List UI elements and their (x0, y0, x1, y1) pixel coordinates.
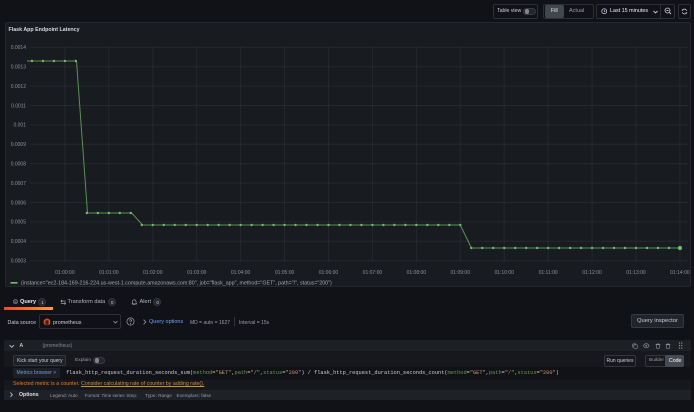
svg-text:01:01:00: 01:01:00 (99, 270, 119, 276)
svg-text:01:00:00: 01:00:00 (55, 270, 75, 276)
svg-text:01:14:00: 01:14:00 (670, 270, 690, 276)
svg-text:01:02:00: 01:02:00 (143, 270, 163, 276)
svg-text:0.0006: 0.0006 (11, 200, 27, 206)
svg-text:0.0011: 0.0011 (11, 103, 26, 109)
svg-text:0.0009: 0.0009 (11, 142, 27, 148)
svg-text:0.0007: 0.0007 (11, 181, 27, 187)
svg-text:01:10:00: 01:10:00 (494, 270, 514, 276)
svg-text:01:09:00: 01:09:00 (451, 270, 471, 276)
svg-text:01:03:00: 01:03:00 (187, 270, 207, 276)
svg-text:0.0003: 0.0003 (11, 259, 27, 265)
svg-text:01:07:00: 01:07:00 (363, 270, 383, 276)
svg-text:01:08:00: 01:08:00 (407, 270, 427, 276)
svg-text:0.0005: 0.0005 (11, 220, 27, 226)
svg-text:01:04:00: 01:04:00 (231, 270, 251, 276)
svg-text:(instance="ec2-184-169-216-224: (instance="ec2-184-169-216-224.us-west-1… (21, 281, 332, 287)
svg-text:0.0013: 0.0013 (11, 65, 27, 71)
svg-text:0.0012: 0.0012 (11, 84, 27, 90)
svg-text:01:13:00: 01:13:00 (626, 270, 646, 276)
svg-text:0.0008: 0.0008 (11, 162, 27, 168)
svg-text:0.0014: 0.0014 (11, 45, 27, 51)
svg-text:01:11:00: 01:11:00 (539, 270, 558, 276)
svg-text:0.001: 0.001 (13, 123, 26, 129)
svg-text:01:06:00: 01:06:00 (319, 270, 339, 276)
svg-text:0.0004: 0.0004 (11, 239, 27, 245)
svg-text:01:12:00: 01:12:00 (582, 270, 602, 276)
svg-text:01:05:00: 01:05:00 (275, 270, 295, 276)
